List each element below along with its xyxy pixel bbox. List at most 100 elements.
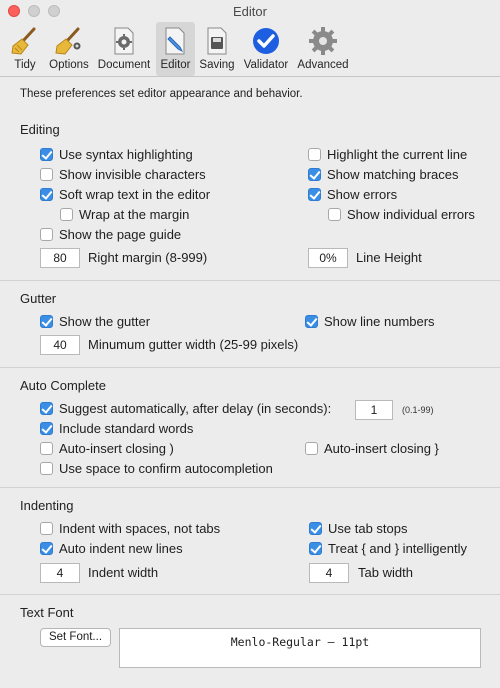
tab-advanced[interactable]: Advanced <box>294 22 352 76</box>
indent-spaces-checkbox[interactable]: Indent with spaces, not tabs <box>40 521 220 536</box>
checkbox-box[interactable] <box>40 315 53 328</box>
checkbox-box[interactable] <box>308 148 321 161</box>
insert-closing-paren-checkbox[interactable]: Auto-insert closing ) <box>40 441 174 456</box>
tab-saving-label: Saving <box>199 59 235 71</box>
syntax-highlighting-checkbox[interactable]: Use syntax highlighting <box>40 147 193 162</box>
standard-words-checkbox[interactable]: Include standard words <box>40 421 193 436</box>
font-preview: Menlo-Regular – 11pt <box>119 628 481 668</box>
checkbox-box[interactable] <box>40 228 53 241</box>
suggest-automatically-checkbox[interactable]: Suggest automatically, after delay (in s… <box>40 401 331 416</box>
gear-icon <box>309 27 337 55</box>
invisible-characters-checkbox[interactable]: Show invisible characters <box>40 167 206 182</box>
page-guide-checkbox[interactable]: Show the page guide <box>40 227 181 242</box>
checkbox-label: Use syntax highlighting <box>59 147 193 162</box>
section-divider <box>0 594 500 595</box>
tab-width-field[interactable]: 4 <box>309 563 349 583</box>
checkbox-box[interactable] <box>308 188 321 201</box>
insert-closing-brace-checkbox[interactable]: Auto-insert closing } <box>305 441 439 456</box>
tab-validator-label: Validator <box>243 59 289 71</box>
checkbox-label: Auto-insert closing ) <box>59 441 174 456</box>
checkbox-label: Show individual errors <box>347 207 475 222</box>
tab-tidy[interactable]: Tidy <box>6 22 44 76</box>
right-margin-field[interactable]: 80 <box>40 248 80 268</box>
matching-braces-checkbox[interactable]: Show matching braces <box>308 167 459 182</box>
indent-width-field[interactable]: 4 <box>40 563 80 583</box>
right-margin-label: Right margin (8-999) <box>88 250 208 265</box>
gutter-width-label: Minumum gutter width (25-99 pixels) <box>88 337 299 352</box>
disk-document-icon <box>207 27 227 55</box>
section-title-editing: Editing <box>20 122 60 137</box>
tab-document-label: Document <box>97 59 151 71</box>
broom-sparkle-icon <box>55 27 81 55</box>
checkbox-label: Wrap at the margin <box>79 207 190 222</box>
checkbox-box[interactable] <box>40 422 53 435</box>
checkbox-box[interactable] <box>40 148 53 161</box>
set-font-button[interactable]: Set Font... <box>40 628 111 647</box>
checkbox-label: Indent with spaces, not tabs <box>59 521 221 536</box>
checkmark-circle-icon <box>253 28 279 54</box>
checkbox-box[interactable] <box>40 402 53 415</box>
checkbox-box[interactable] <box>40 188 53 201</box>
checkbox-label: Treat { and } intelligently <box>328 541 467 556</box>
checkbox-box[interactable] <box>305 315 318 328</box>
highlight-current-line-checkbox[interactable]: Highlight the current line <box>308 147 467 162</box>
line-numbers-checkbox[interactable]: Show line numbers <box>305 314 435 329</box>
checkbox-label: Auto indent new lines <box>59 541 183 556</box>
tab-saving[interactable]: Saving <box>197 22 237 76</box>
tab-validator[interactable]: Validator <box>240 22 292 76</box>
checkbox-box[interactable] <box>328 208 341 221</box>
tab-editor[interactable]: Editor <box>156 22 195 76</box>
delay-field[interactable]: 1 <box>355 400 393 420</box>
checkbox-label: Show the page guide <box>59 227 182 242</box>
tab-stops-checkbox[interactable]: Use tab stops <box>309 521 408 536</box>
checkbox-box[interactable] <box>60 208 73 221</box>
intro-text: These preferences set editor appearance … <box>20 88 303 100</box>
checkbox-box[interactable] <box>40 522 53 535</box>
auto-indent-checkbox[interactable]: Auto indent new lines <box>40 541 183 556</box>
checkbox-label: Show line numbers <box>324 314 435 329</box>
show-gutter-checkbox[interactable]: Show the gutter <box>40 314 150 329</box>
checkbox-box[interactable] <box>309 542 322 555</box>
section-divider <box>0 280 500 281</box>
space-confirm-checkbox[interactable]: Use space to confirm autocompletion <box>40 461 273 476</box>
tab-editor-label: Editor <box>160 59 191 71</box>
checkbox-label: Show invisible characters <box>59 167 206 182</box>
checkbox-label: Show matching braces <box>327 167 459 182</box>
checkbox-box[interactable] <box>40 442 53 455</box>
individual-errors-checkbox[interactable]: Show individual errors <box>328 207 475 222</box>
broom-icon <box>11 27 36 55</box>
treat-braces-checkbox[interactable]: Treat { and } intelligently <box>309 541 467 556</box>
checkbox-box[interactable] <box>308 168 321 181</box>
section-title-indenting: Indenting <box>20 498 74 513</box>
checkbox-label: Soft wrap text in the editor <box>59 187 211 202</box>
checkbox-box[interactable] <box>309 522 322 535</box>
section-title-text-font: Text Font <box>20 605 74 620</box>
checkbox-box[interactable] <box>40 462 53 475</box>
checkbox-box[interactable] <box>40 542 53 555</box>
checkbox-box[interactable] <box>40 168 53 181</box>
tab-advanced-label: Advanced <box>297 59 349 71</box>
show-errors-checkbox[interactable]: Show errors <box>308 187 397 202</box>
window-title: Editor <box>233 4 267 19</box>
section-title-autocomplete: Auto Complete <box>20 378 106 393</box>
delay-hint: (0.1-99) <box>402 405 434 415</box>
soft-wrap-checkbox[interactable]: Soft wrap text in the editor <box>40 187 210 202</box>
preferences-toolbar: Tidy Options Document Editor Saving Vali… <box>0 22 500 77</box>
title-bar: Editor <box>0 0 500 22</box>
checkbox-label: Use space to confirm autocompletion <box>59 461 273 476</box>
checkbox-box[interactable] <box>305 442 318 455</box>
tab-width-label: Tab width <box>358 565 413 580</box>
checkbox-label: Use tab stops <box>328 521 408 536</box>
tab-options[interactable]: Options <box>46 22 92 76</box>
line-height-field[interactable]: 0% <box>308 248 348 268</box>
checkbox-label: Include standard words <box>59 421 194 436</box>
tab-document[interactable]: Document <box>94 22 154 76</box>
section-divider <box>0 367 500 368</box>
document-gear-icon <box>114 27 134 55</box>
line-height-label: Line Height <box>356 250 422 265</box>
wrap-at-margin-checkbox[interactable]: Wrap at the margin <box>60 207 189 222</box>
checkbox-label: Suggest automatically, after delay (in s… <box>59 401 332 416</box>
indent-width-label: Indent width <box>88 565 159 580</box>
gutter-width-field[interactable]: 40 <box>40 335 80 355</box>
tab-tidy-label: Tidy <box>14 59 36 71</box>
